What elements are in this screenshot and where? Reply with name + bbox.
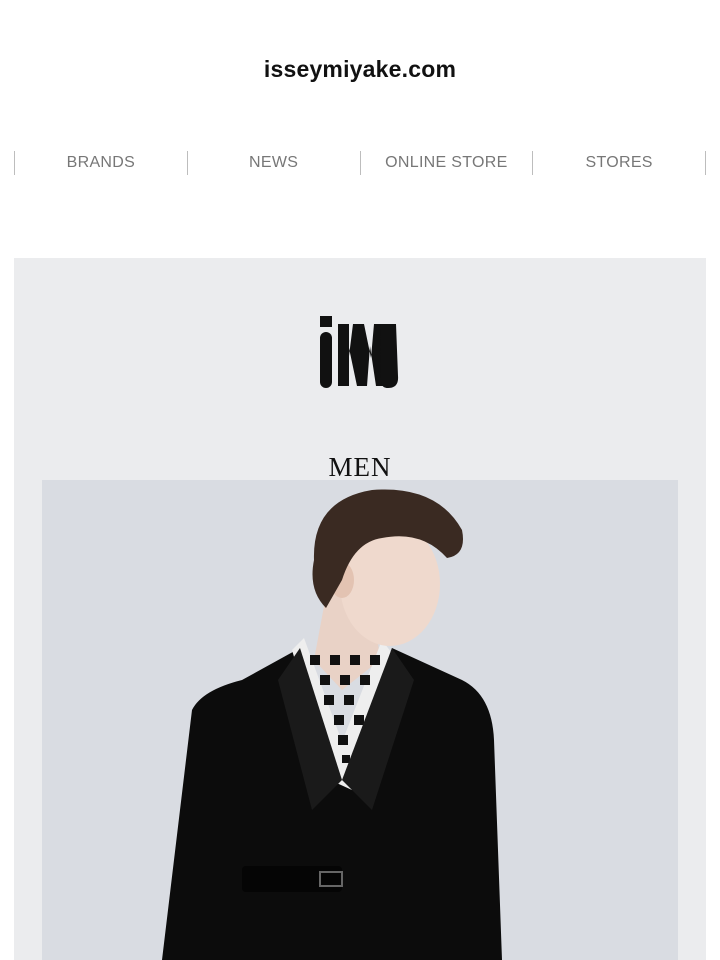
- hero-image[interactable]: [42, 480, 678, 960]
- nav-item-news[interactable]: NEWS: [188, 151, 361, 175]
- nav-item-online-store[interactable]: ONLINE STORE: [361, 151, 534, 175]
- logo-men-text: MEN: [328, 452, 392, 482]
- nav-item-stores[interactable]: STORES: [533, 151, 706, 175]
- im-men-logo[interactable]: MEN: [320, 316, 400, 482]
- brand-panel: MEN: [14, 258, 706, 960]
- site-title-link[interactable]: isseymiyake.com: [0, 56, 720, 83]
- model-photo-illustration: [42, 480, 678, 960]
- main-nav: BRANDS NEWS ONLINE STORE STORES: [14, 151, 706, 175]
- nav-item-brands[interactable]: BRANDS: [15, 151, 188, 175]
- im-logo-mark-icon: [320, 316, 399, 388]
